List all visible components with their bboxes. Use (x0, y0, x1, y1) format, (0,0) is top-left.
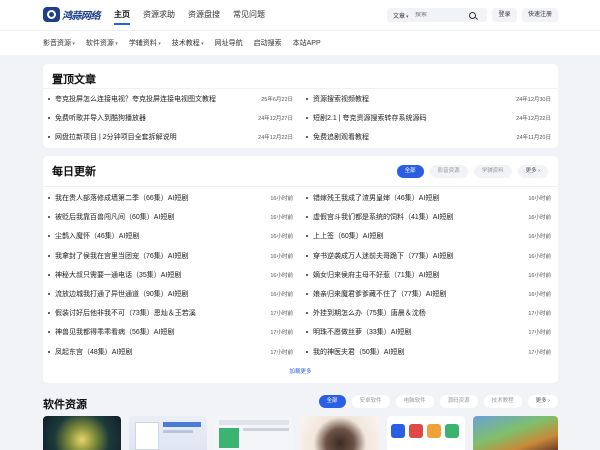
tab-android[interactable]: 安卓软件 (351, 395, 390, 408)
pinned-item[interactable]: 夸克投屏怎么连接电视？夸克投屏连接电视图文教程 25年6月22日 (48, 93, 293, 105)
bullet-icon (48, 197, 50, 199)
nav-help[interactable]: 资源求助 (143, 0, 175, 30)
pinned-item[interactable]: 网盘拉新项目 | 2分钟项目全套拆解说明 24年12月22日 (48, 131, 293, 143)
pinned-item[interactable]: 免费追剧观看教程 24年11月20日 (306, 131, 551, 143)
site-logo[interactable]: 鸿蒜网络 (43, 7, 101, 22)
daily-item[interactable]: 神兽见我都得乖乖看病（56集）AI短剧 17小时前 (48, 326, 293, 338)
tab-all[interactable]: 全部 (318, 395, 346, 408)
bullet-icon (306, 117, 308, 119)
bullet-icon (306, 312, 308, 315)
bullet-icon (306, 254, 308, 257)
category-navigation[interactable]: 网址导航 (215, 38, 243, 48)
daily-item[interactable]: 我在贵人部落修成墙第二季（66集）AI短剧 16小时前 (48, 192, 293, 204)
daily-item[interactable]: 娘亲归来魔君爹爹藏不住了（77集）AI短剧 16小时前 (306, 288, 551, 300)
daily-item[interactable]: 错嫁残王我成了渣男皇婶（46集）AI短剧 16小时前 (306, 192, 551, 204)
bullet-icon (306, 136, 308, 138)
daily-tabs: 全部 影音资源 学辅资料 更多 › (391, 165, 548, 178)
bullet-icon (48, 273, 50, 276)
bullet-icon (48, 293, 50, 295)
daily-item[interactable]: 上上签（60集）AI短剧 16小时前 (306, 230, 551, 242)
pinned-title: 置顶文章 (52, 74, 96, 86)
software-thumbnail[interactable] (387, 416, 465, 450)
daily-item[interactable]: 我的神医夫君（50集）AI短剧 17小时前 (306, 346, 551, 358)
software-thumbnail[interactable] (473, 416, 558, 450)
bullet-icon (306, 273, 308, 276)
daily-title: 每日更新 (52, 166, 96, 178)
category-launch-search[interactable]: 启动搜索 (254, 38, 282, 48)
divider (43, 186, 558, 187)
software-thumbnail[interactable] (43, 416, 121, 450)
divider (43, 88, 558, 89)
register-button[interactable]: 快速注册 (522, 8, 558, 22)
bullet-icon (48, 235, 50, 238)
daily-item[interactable]: 外挂到期怎么办（75集）唐晨＆沈杨 17小时前 (306, 307, 551, 319)
daily-item[interactable]: 被贬后我靠百兽闯凡间（60集）AI短剧 16小时前 (48, 211, 293, 223)
bullet-icon (48, 136, 50, 138)
category-media[interactable]: 影音资源 (43, 38, 75, 48)
bullet-icon (306, 197, 308, 199)
pinned-item[interactable]: 免费听歌并导入到酷狗播放器 24年12月27日 (48, 112, 293, 124)
daily-updates-card: 每日更新 全部 影音资源 学辅资料 更多 › 我在贵人部落修成墙第二季（66集）… (43, 156, 558, 383)
search-icon[interactable] (469, 11, 476, 19)
tab-pc[interactable]: 电脑软件 (395, 395, 434, 408)
top-header: 鸿蒜网络 主页 资源求助 资源盘搜 常见问题 文章 登录 快速注册 (0, 0, 600, 30)
daily-item[interactable]: 神秘大叔只需要一通电话（35集）AI短剧 16小时前 (48, 269, 293, 281)
pinned-item[interactable]: 资源搜索视频教程 24年12月30日 (306, 93, 551, 105)
search-type-select[interactable]: 文章 (387, 11, 415, 20)
software-thumbnail[interactable] (129, 416, 207, 450)
software-thumbnail[interactable] (301, 416, 379, 450)
bullet-icon (306, 216, 308, 219)
bullet-icon (48, 254, 50, 257)
search-input[interactable] (415, 12, 465, 18)
category-tutorials[interactable]: 技术教程 (172, 38, 204, 48)
bullet-icon (306, 331, 308, 334)
chevron-right-icon: › (538, 168, 540, 174)
daily-item[interactable]: 我拿封了侯我在宫里当团宠（76集）AI短剧 16小时前 (48, 250, 293, 262)
login-button[interactable]: 登录 (492, 8, 517, 22)
daily-item[interactable]: 尘鹊入魔怀（46集）AI短剧 16小时前 (48, 230, 293, 242)
daily-item[interactable]: 假装讨好后他非我不可（73集）恩灿＆王若溪 17小时前 (48, 307, 293, 319)
daily-item[interactable]: 凤起东宫（48集）AI短剧 17小时前 (48, 346, 293, 358)
daily-item[interactable]: 嫡女归来侯府主母不好惹（71集）AI短剧 16小时前 (306, 269, 551, 281)
bullet-icon (306, 293, 308, 295)
category-software[interactable]: 软件资源 (86, 38, 118, 48)
bullet-icon (306, 350, 308, 353)
main-nav: 主页 资源求助 资源盘搜 常见问题 (114, 0, 278, 30)
software-title: 软件资源 (43, 399, 87, 411)
tab-more[interactable]: 更多 › (527, 395, 558, 408)
category-study[interactable]: 学辅资料 (129, 38, 161, 48)
logo-text: 鸿蒜网络 (62, 11, 101, 22)
bullet-icon (48, 98, 50, 100)
bullet-icon (48, 350, 50, 353)
bullet-icon (48, 312, 50, 315)
category-bar: 影音资源 软件资源 学辅资料 技术教程 网址导航 启动搜索 本站APP (0, 30, 600, 55)
tab-more[interactable]: 更多 › (517, 165, 548, 178)
tab-media[interactable]: 影音资源 (429, 165, 468, 178)
daily-item[interactable]: 流放边城我打通了异世通道（90集）AI短剧 16小时前 (48, 288, 293, 300)
nav-pan-search[interactable]: 资源盘搜 (188, 0, 220, 30)
software-thumbnail[interactable] (215, 416, 293, 450)
search-box: 文章 (387, 8, 487, 22)
daily-item[interactable]: 明珠不愿做丝萝（33集）AI短剧 17小时前 (306, 326, 551, 338)
bullet-icon (306, 98, 308, 100)
tab-tutorials[interactable]: 技术教程 (483, 395, 522, 408)
tab-all[interactable]: 全部 (396, 165, 424, 178)
software-tabs: 全部 安卓软件 电脑软件 源码资源 技术教程 更多 › (313, 395, 558, 408)
bullet-icon (48, 331, 50, 334)
bullet-icon (306, 235, 308, 238)
tab-source[interactable]: 源码资源 (439, 395, 478, 408)
category-app[interactable]: 本站APP (293, 38, 321, 48)
chevron-right-icon: › (548, 398, 550, 404)
nav-home[interactable]: 主页 (114, 0, 130, 30)
pinned-item[interactable]: 短剧2.1 | 夸克资源搜索转存系统源码 24年12月22日 (306, 112, 551, 124)
nav-faq[interactable]: 常见问题 (233, 0, 265, 30)
bullet-icon (48, 117, 50, 119)
daily-item[interactable]: 穿书逆袭成万人迷前夫哥跪下（77集）AI短剧 16小时前 (306, 250, 551, 262)
bullet-icon (48, 216, 50, 219)
tab-study[interactable]: 学辅资料 (473, 165, 512, 178)
logo-icon (43, 7, 60, 22)
daily-item[interactable]: 虚假宫斗我们都是系统的饲料（41集）AI短剧 16小时前 (306, 211, 551, 223)
load-more-link[interactable]: 加载更多 (43, 367, 558, 375)
pinned-articles-card: 置顶文章 夸克投屏怎么连接电视？夸克投屏连接电视图文教程 25年6月22日 资源… (43, 64, 558, 148)
